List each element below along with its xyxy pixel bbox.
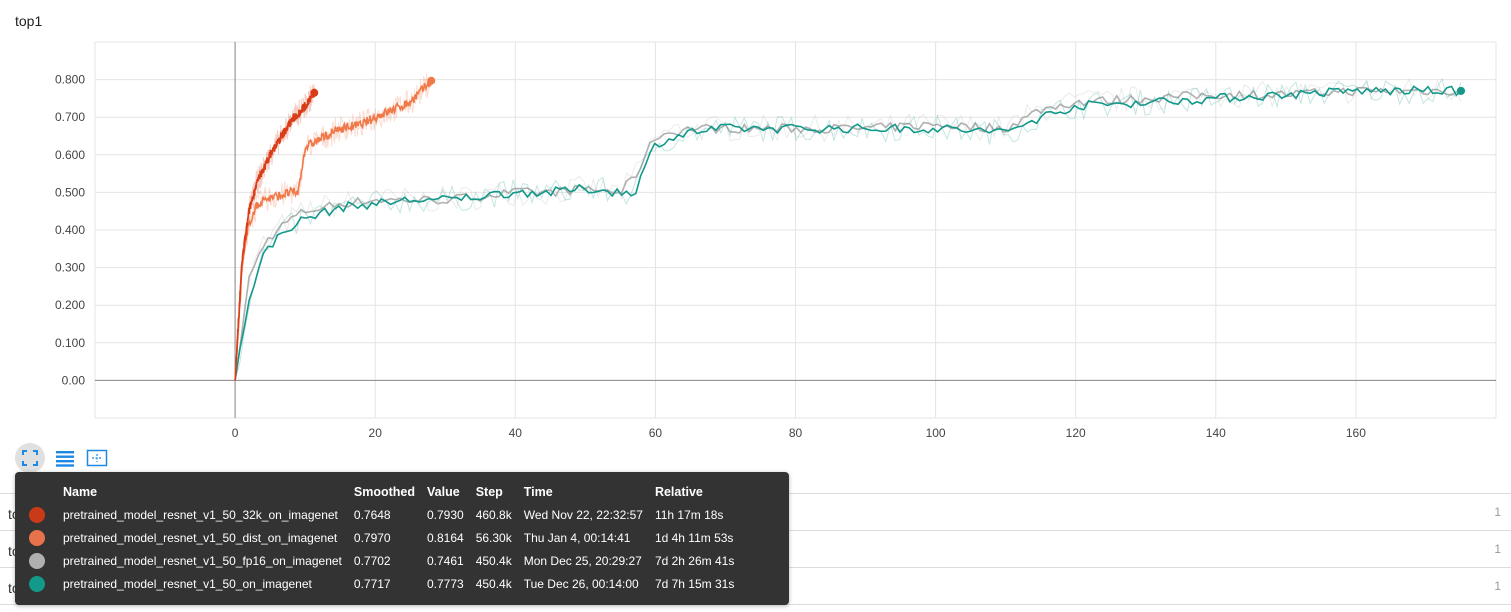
run-color-swatch [29,506,45,523]
tooltip-time: Mon Dec 25, 20:29:27 [523,553,642,568]
top1-line-chart[interactable]: 0.00 0.100 0.200 0.300 0.400 0.500 0.600 0.700 0… [0,0,1511,440]
tooltip-step: 450.4k [475,576,512,591]
tooltip-smoothed: 0.7702 [353,553,391,568]
x-tick-label: 140 [1206,426,1226,440]
tooltip-run-name: pretrained_model_resnet_v1_50_dist_on_im… [63,530,338,545]
chart-series [234,73,1465,381]
tooltip-relative: 11h 17m 18s [654,507,724,522]
tag-row-count: 1 [1494,505,1501,519]
tooltip-step: 460.8k [475,507,512,522]
y-tick-label: 0.700 [55,110,85,124]
tooltip-run-name: pretrained_model_resnet_v1_50_fp16_on_im… [63,553,342,568]
fit-domain-icon[interactable] [85,443,109,473]
tooltip-header-relative: Relative [654,485,703,499]
tooltip-header-smoothed: Smoothed [353,485,415,499]
tooltip-time: Tue Dec 26, 00:14:00 [523,576,639,591]
tooltip-header-value: Value [427,485,460,499]
y-tick-label: 0.500 [55,185,85,199]
tooltip-run-name: pretrained_model_resnet_v1_50_on_imagene… [63,576,312,591]
chart-toolbar [15,443,109,473]
x-tick-label: 80 [789,426,803,440]
series-end-point [427,76,436,85]
tooltip-header-name: Name [63,485,98,499]
run-color-swatch [29,575,45,592]
list-icon[interactable] [53,443,77,473]
fullscreen-icon[interactable] [15,443,45,473]
tooltip-row: pretrained_model_resnet_v1_50_fp16_on_im… [23,549,740,572]
tooltip-header-step: Step [475,485,503,499]
tag-row-count: 1 [1494,579,1501,593]
tooltip-header-row: Name Smoothed Value Step Time Relative [23,481,740,503]
tooltip-relative: 7d 7h 15m 31s [654,576,735,591]
tooltip-value: 0.8164 [427,530,464,545]
tooltip-value: 0.7930 [427,507,464,522]
x-tick-label: 120 [1066,426,1086,440]
tooltip-value: 0.7461 [427,553,464,568]
chart-axes: 0.00 0.100 0.200 0.300 0.400 0.500 0.600 0.700 0… [55,42,1496,440]
y-tick-label: 0.200 [55,298,85,312]
tooltip-smoothed: 0.7970 [353,530,391,545]
tooltip-smoothed: 0.7648 [353,507,391,522]
tooltip-smoothed: 0.7717 [353,576,391,591]
x-tick-label: 20 [369,426,383,440]
x-tick-label: 40 [509,426,523,440]
y-tick-label: 0.300 [55,261,85,275]
x-tick-label: 0 [232,426,239,440]
tooltip-row: pretrained_model_resnet_v1_50_32k_on_ima… [23,503,740,526]
tag-row-count: 1 [1494,542,1501,556]
y-tick-label: 0.100 [55,336,85,350]
tooltip-time: Wed Nov 22, 22:32:57 [523,507,643,522]
series-end-point [310,88,319,97]
y-tick-label: 0.400 [55,223,85,237]
run-color-swatch [29,552,45,569]
tooltip-run-name: pretrained_model_resnet_v1_50_32k_on_ima… [63,507,338,522]
tooltip-table: Name Smoothed Value Step Time Relative p… [23,481,740,595]
tooltip-value: 0.7773 [427,576,464,591]
tooltip-relative: 7d 2h 26m 41s [654,553,735,568]
x-tick-label: 60 [649,426,663,440]
tooltip-header-time: Time [523,485,553,499]
x-tick-label: 160 [1346,426,1366,440]
tooltip-row: pretrained_model_resnet_v1_50_dist_on_im… [23,526,740,549]
tooltip-header-swatch [23,481,57,503]
chart-tooltip: Name Smoothed Value Step Time Relative p… [15,472,789,605]
y-tick-label: 0.800 [55,73,85,87]
tooltip-time: Thu Jan 4, 00:14:41 [523,530,631,545]
series-end-point [1456,86,1465,95]
y-tick-label: 0.600 [55,148,85,162]
x-tick-label: 100 [926,426,946,440]
tooltip-step: 450.4k [475,553,512,568]
tooltip-step: 56.30k [475,530,512,545]
run-color-swatch [29,529,45,546]
series-raw-line [234,73,432,381]
tooltip-row: pretrained_model_resnet_v1_50_on_imagene… [23,572,740,595]
tooltip-relative: 1d 4h 11m 53s [654,530,734,545]
y-tick-label: 0.00 [62,373,86,387]
